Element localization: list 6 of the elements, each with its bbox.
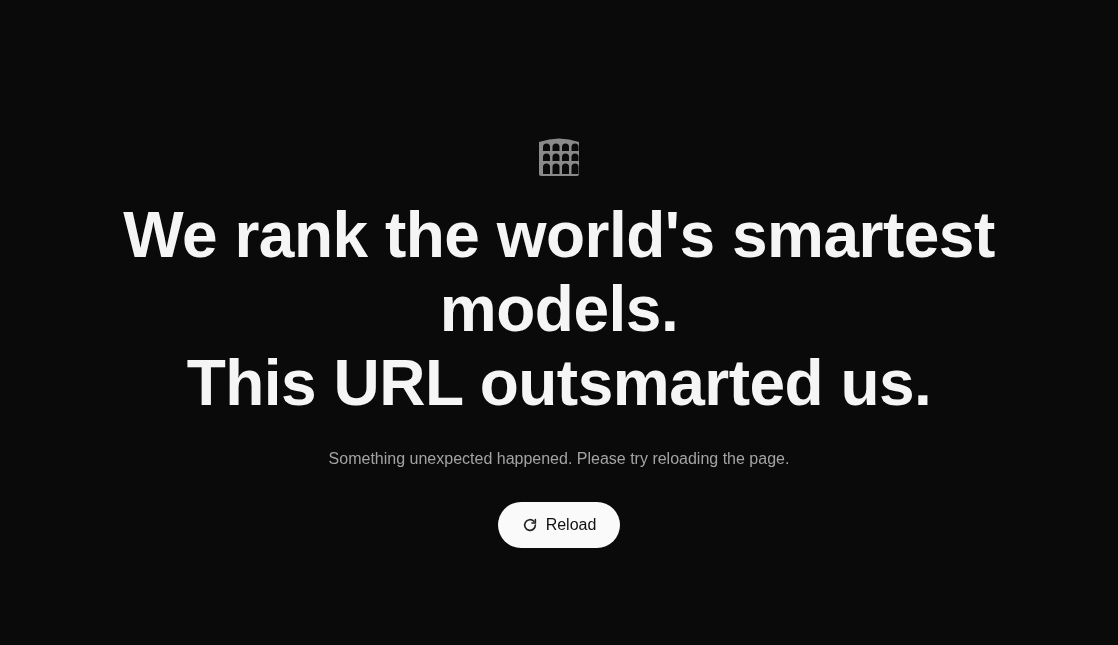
headline: We rank the world's smartest models.: [122, 198, 996, 346]
headline: This URL outsmarted us.: [186, 346, 932, 420]
colosseum-icon: [537, 136, 581, 176]
error-message: Something unexpected happened. Please try reloading the page.: [328, 450, 790, 468]
reload-button[interactable]: Reload: [497, 502, 621, 548]
reload-icon: [521, 517, 538, 533]
